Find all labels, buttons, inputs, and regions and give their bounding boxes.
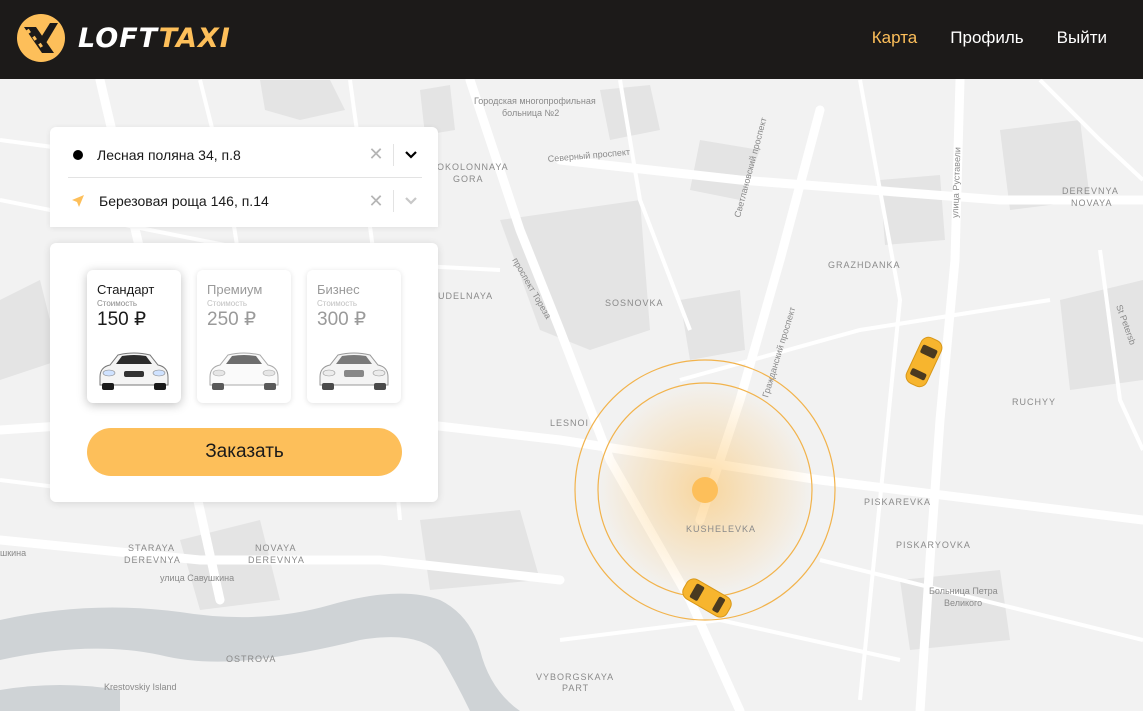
from-address-input[interactable]: Лесная поляна 34, п.8 — [97, 147, 365, 163]
map-label: OKOLONNAYA — [437, 162, 509, 172]
main-nav: Карта Профиль Выйти — [872, 28, 1107, 48]
origin-dot-icon — [73, 149, 83, 160]
tariff-card-standard[interactable]: Стандарт Стоимость 150 ₽ — [87, 270, 181, 403]
map-label: шкина — [0, 548, 26, 558]
tariff-card-premium[interactable]: Премиум Стоимость 250 ₽ — [197, 270, 291, 403]
car-image — [319, 352, 389, 390]
map-label: NOVAYA — [255, 543, 297, 553]
map-label: больница №2 — [502, 108, 559, 118]
route-form: Лесная поляна 34, п.8 ✕ Березовая роща 1… — [50, 127, 438, 227]
chevron-down-icon[interactable] — [400, 144, 422, 166]
map-label: GRAZHDANKA — [828, 260, 901, 270]
map-label: RUCHYY — [1012, 397, 1056, 407]
map-label: PISKAREVKA — [864, 497, 931, 507]
tariff-price: 150 ₽ — [97, 309, 147, 330]
map-label: VYBORGSKAYA — [536, 672, 614, 682]
tariff-cost-label: Стоимость — [207, 299, 248, 308]
navigation-arrow-icon — [72, 195, 84, 207]
tariff-name: Премиум — [207, 282, 263, 297]
map-label: DEREVNYA — [248, 555, 305, 565]
map-label: SOSNOVKA — [605, 298, 664, 308]
logo-icon — [17, 14, 65, 62]
logo-text-taxi: TAXI — [158, 22, 231, 54]
logo-text: LOFTTAXI — [78, 23, 231, 54]
tariff-card-business[interactable]: Бизнес Стоимость 300 ₽ — [307, 270, 401, 403]
logo[interactable]: LOFTTAXI — [16, 13, 231, 63]
map-label: Городская многопрофильная — [474, 96, 596, 106]
divider — [393, 143, 394, 166]
map-label: Krestovskiy Island — [104, 682, 177, 692]
user-location-marker — [692, 477, 718, 503]
app-header: LOFTTAXI Карта Профиль Выйти — [0, 0, 1143, 79]
clear-icon[interactable]: ✕ — [365, 190, 387, 212]
map-label: OSTROVA — [226, 654, 276, 664]
tariff-name: Стандарт — [97, 282, 155, 297]
map-label: UDELNAYA — [438, 291, 493, 301]
to-address-input[interactable]: Березовая роща 146, п.14 — [99, 193, 365, 209]
nav-logout[interactable]: Выйти — [1057, 28, 1107, 48]
tariff-price: 250 ₽ — [207, 309, 257, 330]
tariff-panel: Стандарт Стоимость 150 ₽ Премиум Стоимос… — [50, 243, 438, 502]
order-button[interactable]: Заказать — [87, 428, 402, 476]
map-label: KUSHELEVKA — [686, 524, 756, 534]
map-label: PISKARYOVKA — [896, 540, 971, 550]
car-image — [99, 352, 169, 390]
clear-icon[interactable]: ✕ — [365, 144, 387, 166]
tariff-cost-label: Стоимость — [97, 299, 138, 308]
map-label: DEREVNYA — [124, 555, 181, 565]
tariff-cost-label: Стоимость — [317, 299, 358, 308]
car-image — [209, 352, 279, 390]
nav-map[interactable]: Карта — [872, 28, 918, 48]
tariff-price: 300 ₽ — [317, 309, 367, 330]
from-address-row[interactable]: Лесная поляна 34, п.8 ✕ — [68, 132, 422, 178]
map-label: STARAYA — [128, 543, 175, 553]
map-label: PART — [562, 683, 589, 693]
map-label: DEREVNYA — [1062, 186, 1119, 196]
chevron-down-icon[interactable] — [400, 190, 422, 212]
to-address-row[interactable]: Березовая роща 146, п.14 ✕ — [68, 178, 422, 224]
tariff-name: Бизнес — [317, 282, 360, 297]
divider — [393, 190, 394, 212]
logo-text-loft: LOFT — [78, 22, 159, 54]
nav-profile[interactable]: Профиль — [950, 28, 1023, 48]
map-label: GORA — [453, 174, 484, 184]
map-label: NOVAYA — [1071, 198, 1113, 208]
map-label: улица Савушкина — [160, 573, 234, 583]
map-label: Великого — [944, 598, 982, 608]
tariff-list: Стандарт Стоимость 150 ₽ Премиум Стоимос… — [87, 270, 401, 403]
map-label: Больница Петра — [929, 586, 998, 596]
map-label: LESNOI — [550, 418, 589, 428]
